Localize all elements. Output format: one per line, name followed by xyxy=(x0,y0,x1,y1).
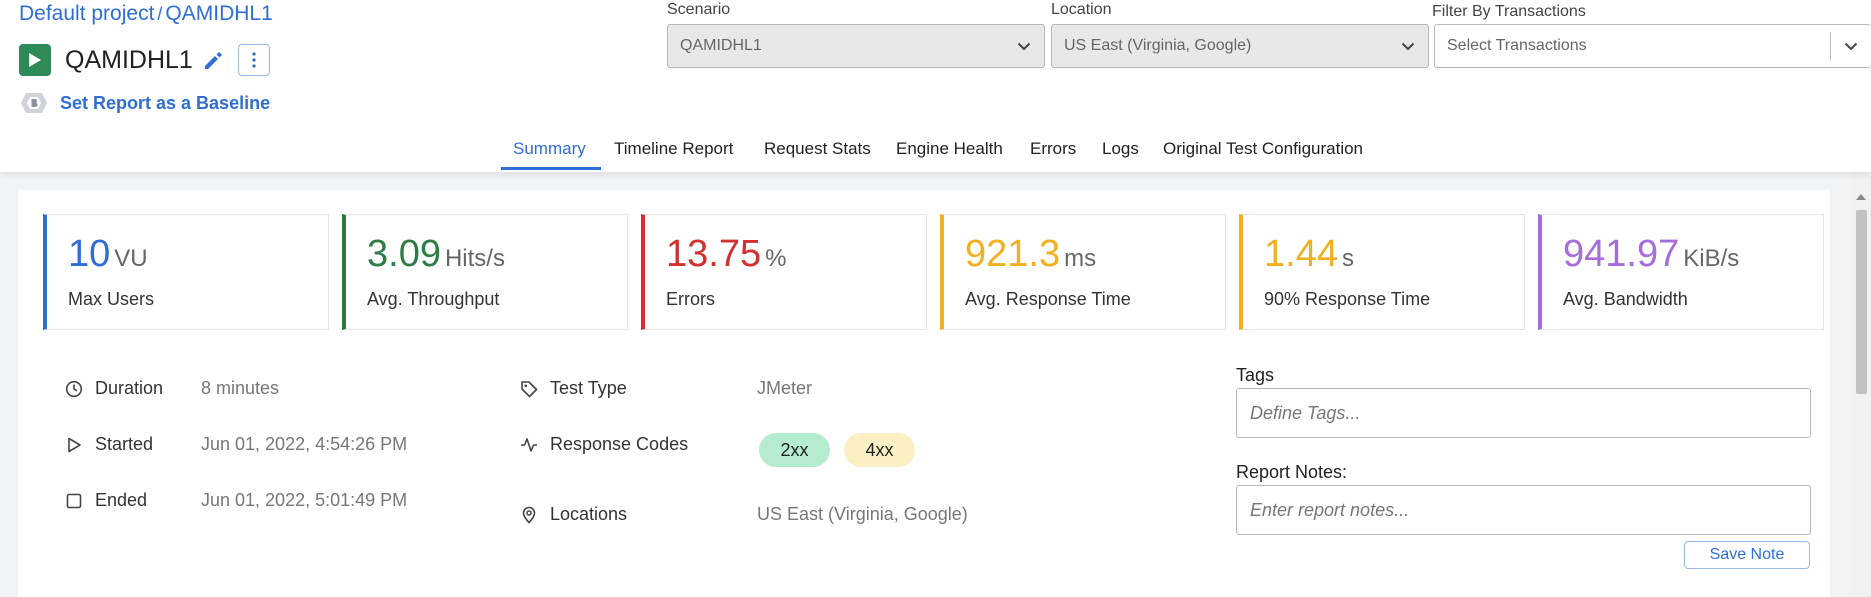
metric-value: 3.09 xyxy=(367,233,441,275)
duration-row: Duration xyxy=(65,378,163,399)
active-tab-indicator xyxy=(501,167,601,170)
metric-value: 10 xyxy=(68,233,111,275)
breadcrumb-project-link[interactable]: Default project xyxy=(19,2,154,25)
metric-unit: Hits/s xyxy=(444,245,505,272)
play-outline-icon xyxy=(68,437,81,452)
transactions-placeholder: Select Transactions xyxy=(1447,37,1587,54)
chevron-down-icon xyxy=(1388,42,1428,51)
locations-label: Locations xyxy=(550,504,628,524)
metric-card-errors: 13.75% Errors xyxy=(641,214,927,330)
play-icon xyxy=(29,53,41,67)
report-notes-label: Report Notes: xyxy=(1236,462,1348,482)
clock-icon xyxy=(65,380,83,397)
scrollbar[interactable] xyxy=(1852,172,1871,597)
chevron-down-icon xyxy=(1004,42,1044,51)
metric-unit: VU xyxy=(114,245,148,272)
scroll-up-arrow-icon[interactable] xyxy=(1856,194,1866,200)
metric-card-max-users: 10 VU Max Users xyxy=(43,214,329,330)
breadcrumb: Default project / QAMIDHL1 xyxy=(19,2,273,26)
response-code-badge-4xx[interactable]: 4xx xyxy=(844,433,915,467)
pencil-icon[interactable] xyxy=(202,49,224,71)
ended-row: Ended xyxy=(65,490,147,511)
scenario-select[interactable]: QAMIDHL1 xyxy=(667,24,1045,68)
started-label: Started xyxy=(95,434,154,454)
test-details xyxy=(43,345,1828,597)
location-value: US East (Virginia, Google) xyxy=(1064,37,1252,54)
transactions-select[interactable]: Select Transactions xyxy=(1434,24,1871,68)
ended-value: Jun 01, 2022, 5:01:49 PM xyxy=(201,490,408,510)
metric-unit: KiB/s xyxy=(1683,245,1740,272)
save-note-button[interactable]: Save Note xyxy=(1684,541,1810,569)
set-baseline-link[interactable]: Set Report as a Baseline xyxy=(60,93,270,114)
metric-card-90-response-time: 1.44 s 90% Response Time xyxy=(1239,214,1525,330)
tab-original-test-configuration[interactable]: Original Test Configuration xyxy=(1163,139,1363,171)
scrollbar-thumb[interactable] xyxy=(1856,210,1867,394)
metric-unit: % xyxy=(765,245,787,272)
location-select[interactable]: US East (Virginia, Google) xyxy=(1051,24,1429,68)
tab-timeline-report[interactable]: Timeline Report xyxy=(614,139,733,171)
run-test-button[interactable] xyxy=(19,44,51,76)
breadcrumb-separator: / xyxy=(157,4,163,24)
ended-label: Ended xyxy=(95,490,148,510)
metric-label: Avg. Throughput xyxy=(367,289,500,309)
metric-card-avg-bandwidth: 941.97 KiB/s Avg. Bandwidth xyxy=(1538,214,1824,330)
locations-value: US East (Virginia, Google) xyxy=(757,504,968,524)
started-row: Started xyxy=(65,434,153,455)
response-codes-label: Response Codes xyxy=(550,434,689,454)
map-pin-icon xyxy=(522,506,536,524)
test-type-label: Test Type xyxy=(550,378,627,398)
baseline-row: Set Report as a Baseline xyxy=(19,91,270,115)
tags-input[interactable]: Define Tags... xyxy=(1236,388,1811,438)
metric-label: 90% Response Time xyxy=(1264,289,1431,309)
tag-icon xyxy=(521,380,538,397)
report-notes-input[interactable]: Enter report notes... xyxy=(1236,485,1811,535)
more-options-button[interactable] xyxy=(237,44,270,76)
metric-label: Max Users xyxy=(68,289,155,309)
locations-row: Locations xyxy=(520,504,627,525)
metric-unit: ms xyxy=(1064,245,1097,272)
transactions-label: Filter By Transactions xyxy=(1432,3,1586,20)
baseline-icon xyxy=(21,93,47,113)
response-codes-row: Response Codes xyxy=(520,434,688,455)
tab-logs[interactable]: Logs xyxy=(1102,139,1139,171)
tab-errors[interactable]: Errors xyxy=(1030,139,1076,171)
duration-label: Duration xyxy=(95,378,164,398)
duration-value: 8 minutes xyxy=(201,378,280,398)
metric-card-avg-throughput: 3.09 Hits/s Avg. Throughput xyxy=(342,214,628,330)
chevron-down-icon xyxy=(1831,42,1871,51)
metric-value: 941.97 xyxy=(1563,233,1680,275)
response-code-badge-2xx[interactable]: 2xx xyxy=(759,433,830,467)
metric-label: Errors xyxy=(666,289,715,309)
scenario-label: Scenario xyxy=(667,1,731,18)
metric-label: Avg. Bandwidth xyxy=(1563,289,1688,309)
metric-value: 921.3 xyxy=(965,233,1061,275)
breadcrumb-test-link[interactable]: QAMIDHL1 xyxy=(165,2,272,25)
tab-request-stats[interactable]: Request Stats xyxy=(764,139,871,171)
report-header: Default project / QAMIDHL1 QAMIDHL1 Set Re… xyxy=(0,0,1871,172)
kebab-menu-icon xyxy=(252,52,256,68)
scenario-value: QAMIDHL1 xyxy=(680,37,762,54)
title-row: QAMIDHL1 xyxy=(19,43,270,77)
test-name: QAMIDHL1 xyxy=(65,45,193,74)
tab-engine-health[interactable]: Engine Health xyxy=(896,139,1003,171)
metric-unit: s xyxy=(1341,245,1354,272)
metric-card-avg-response-time: 921.3 ms Avg. Response Time xyxy=(940,214,1226,330)
stop-icon xyxy=(66,493,82,508)
started-value: Jun 01, 2022, 4:54:26 PM xyxy=(201,434,408,454)
metric-value: 1.44 xyxy=(1264,233,1338,275)
test-type-value: JMeter xyxy=(757,378,813,398)
activity-icon xyxy=(521,437,537,452)
report-tabs: Summary Timeline Report Request Stats En… xyxy=(0,139,1871,171)
test-type-row: Test Type xyxy=(520,378,627,399)
metric-label: Avg. Response Time xyxy=(965,289,1131,309)
tags-label: Tags xyxy=(1236,365,1275,385)
metric-value: 13.75 xyxy=(666,233,762,275)
location-label: Location xyxy=(1051,1,1112,18)
